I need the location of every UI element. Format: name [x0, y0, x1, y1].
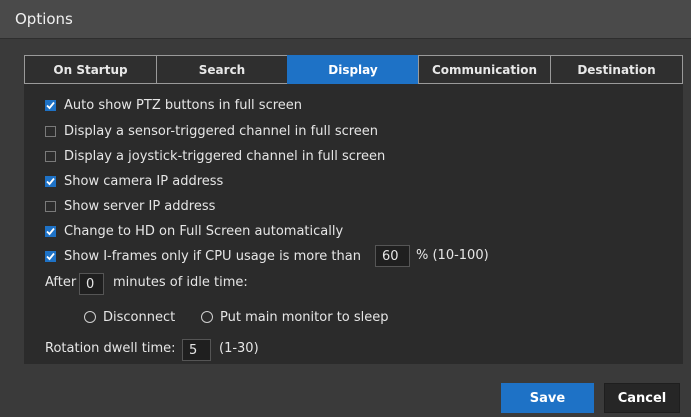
check-icon	[46, 177, 55, 185]
title-bar[interactable]: Options	[0, 0, 691, 39]
checkbox-auto-ptz[interactable]	[45, 99, 56, 111]
dwell-time-input[interactable]	[182, 339, 211, 361]
idle-after-label: After	[45, 275, 77, 290]
option-joystick-channel[interactable]: Display a joystick-triggered channel in …	[45, 147, 385, 165]
cpu-threshold-range: % (10-100)	[416, 248, 489, 263]
option-server-ip[interactable]: Show server IP address	[45, 197, 215, 215]
check-icon	[46, 101, 55, 109]
radio-monitor-sleep-circle[interactable]	[201, 311, 213, 323]
dialog-title: Options	[15, 10, 73, 28]
dwell-time-label: Rotation dwell time:	[45, 341, 176, 356]
radio-disconnect[interactable]: Disconnect	[84, 308, 175, 326]
dwell-time-range: (1-30)	[219, 341, 259, 356]
option-iframes[interactable]: Show I-frames only if CPU usage is more …	[45, 247, 361, 265]
save-button[interactable]: Save	[501, 383, 594, 413]
radio-disconnect-label: Disconnect	[103, 309, 176, 325]
options-dialog: Options On Startup Search Display Commun…	[0, 0, 691, 417]
option-camera-ip[interactable]: Show camera IP address	[45, 172, 223, 190]
option-label: Display a sensor-triggered channel in fu…	[64, 123, 379, 139]
check-icon	[46, 227, 55, 235]
option-label: Auto show PTZ buttons in full screen	[64, 97, 303, 113]
checkbox-joystick-channel[interactable]	[45, 150, 56, 162]
idle-minutes-input[interactable]	[79, 273, 104, 295]
checkbox-hd-fullscreen[interactable]	[45, 225, 56, 237]
checkbox-server-ip[interactable]	[45, 200, 56, 212]
idle-minutes-label: minutes of idle time:	[113, 275, 248, 290]
option-hd-fullscreen[interactable]: Change to HD on Full Screen automaticall…	[45, 222, 343, 240]
option-sensor-channel[interactable]: Display a sensor-triggered channel in fu…	[45, 122, 378, 140]
radio-monitor-sleep[interactable]: Put main monitor to sleep	[201, 308, 389, 326]
checkbox-camera-ip[interactable]	[45, 175, 56, 187]
tab-display[interactable]: Display	[287, 55, 418, 84]
option-auto-ptz[interactable]: Auto show PTZ buttons in full screen	[45, 96, 302, 114]
tab-communication[interactable]: Communication	[418, 55, 550, 84]
option-label: Show server IP address	[64, 198, 216, 214]
checkbox-sensor-channel[interactable]	[45, 125, 56, 137]
check-icon	[46, 252, 55, 260]
option-label: Change to HD on Full Screen automaticall…	[64, 223, 344, 239]
tab-search[interactable]: Search	[156, 55, 287, 84]
option-label: Show camera IP address	[64, 173, 224, 189]
checkbox-iframes[interactable]	[45, 250, 56, 262]
option-label: Display a joystick-triggered channel in …	[64, 148, 386, 164]
cancel-button[interactable]: Cancel	[604, 383, 680, 413]
iframes-label: Show I-frames only if CPU usage is more …	[64, 248, 361, 264]
cpu-threshold-input[interactable]	[375, 245, 410, 267]
radio-disconnect-circle[interactable]	[84, 311, 96, 323]
tab-destination[interactable]: Destination	[550, 55, 683, 84]
tab-on-startup[interactable]: On Startup	[24, 55, 156, 84]
radio-monitor-sleep-label: Put main monitor to sleep	[220, 309, 389, 325]
tab-bar: On Startup Search Display Communication …	[24, 55, 683, 84]
